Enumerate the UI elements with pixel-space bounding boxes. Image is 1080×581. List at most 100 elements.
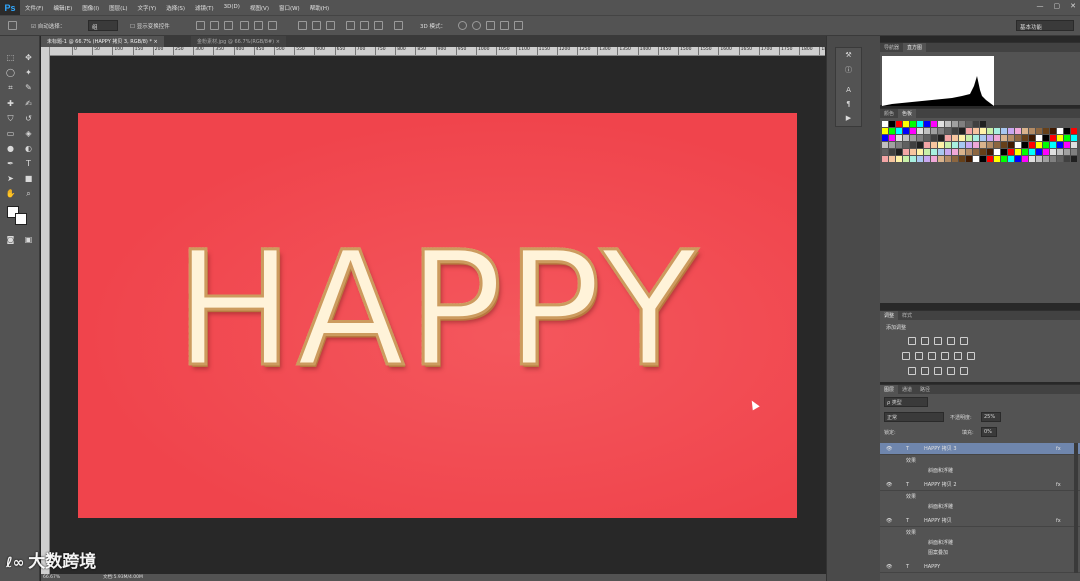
levels-icon[interactable] xyxy=(921,337,929,345)
color-swatch[interactable] xyxy=(959,149,965,155)
color-swatch[interactable] xyxy=(966,128,972,134)
color-swatch[interactable] xyxy=(889,156,895,162)
color-swatch[interactable] xyxy=(1050,121,1056,127)
pen-tool-icon[interactable]: ✒ xyxy=(5,158,16,169)
color-swatch[interactable] xyxy=(945,135,951,141)
color-swatch[interactable] xyxy=(1001,149,1007,155)
posterize-icon[interactable] xyxy=(921,367,929,375)
tab-layers[interactable]: 图层 xyxy=(880,385,899,394)
vibrance-icon[interactable] xyxy=(960,337,968,345)
fx-icon[interactable]: fx xyxy=(1056,443,1061,455)
color-swatch[interactable] xyxy=(1022,142,1028,148)
menu-item[interactable]: 帮助(H) xyxy=(305,4,334,12)
tab-channels[interactable]: 通道 xyxy=(898,385,916,394)
color-swatch[interactable] xyxy=(959,142,965,148)
color-swatch[interactable] xyxy=(938,121,944,127)
color-swatch[interactable] xyxy=(1043,128,1049,134)
color-swatch[interactable] xyxy=(1064,128,1070,134)
color-swatch[interactable] xyxy=(903,128,909,134)
brightness-icon[interactable] xyxy=(908,337,916,345)
color-swatch[interactable] xyxy=(1036,142,1042,148)
color-swatch[interactable] xyxy=(980,156,986,162)
color-swatch[interactable] xyxy=(1043,156,1049,162)
workspace-dropdown[interactable]: 基本功能 xyxy=(1016,20,1074,31)
menu-item[interactable]: 图层(L) xyxy=(104,4,132,12)
color-swatch[interactable] xyxy=(1022,156,1028,162)
color-swatch[interactable] xyxy=(1015,135,1021,141)
color-swatch[interactable] xyxy=(917,156,923,162)
color-swatch[interactable] xyxy=(917,135,923,141)
layer-row[interactable]: 👁 T HAPPY 拷贝 3 fx xyxy=(880,443,1080,455)
color-swatch[interactable] xyxy=(938,128,944,134)
color-swatch[interactable] xyxy=(945,128,951,134)
color-swatch[interactable] xyxy=(1043,135,1049,141)
tab-adjustments[interactable]: 调整 xyxy=(880,311,899,320)
color-swatch[interactable] xyxy=(938,149,944,155)
layer-name[interactable]: HAPPY 拷贝 3 xyxy=(924,443,957,455)
menu-item[interactable]: 视图(V) xyxy=(245,4,274,12)
color-swatch[interactable] xyxy=(896,135,902,141)
color-swatch[interactable] xyxy=(987,142,993,148)
color-swatch[interactable] xyxy=(1008,128,1014,134)
close-icon[interactable]: ✕ xyxy=(1070,2,1076,10)
scale-3d-icon[interactable] xyxy=(514,21,523,30)
info-icon[interactable]: ⓘ xyxy=(844,66,853,75)
color-swatch[interactable] xyxy=(1064,149,1070,155)
color-swatch[interactable] xyxy=(1029,149,1035,155)
color-swatch[interactable] xyxy=(952,149,958,155)
color-swatch[interactable] xyxy=(931,142,937,148)
color-swatch[interactable] xyxy=(945,142,951,148)
layers-scrollbar[interactable] xyxy=(1074,443,1078,573)
eraser-tool-icon[interactable]: ▭ xyxy=(5,128,16,139)
color-swatch[interactable] xyxy=(1057,128,1063,134)
color-swatch[interactable] xyxy=(1015,142,1021,148)
color-swatch[interactable] xyxy=(1022,128,1028,134)
color-swatch[interactable] xyxy=(924,128,930,134)
selective-color-icon[interactable] xyxy=(960,367,968,375)
color-swatch[interactable] xyxy=(994,128,1000,134)
curves-icon[interactable] xyxy=(934,337,942,345)
visibility-eye-icon[interactable]: 👁 xyxy=(886,561,892,573)
fill-input[interactable]: 0% xyxy=(981,427,997,437)
color-swatch[interactable] xyxy=(1057,149,1063,155)
exposure-icon[interactable] xyxy=(947,337,955,345)
color-swatch[interactable] xyxy=(903,121,909,127)
rotate-3d-icon[interactable] xyxy=(458,21,467,30)
menu-item[interactable]: 文字(Y) xyxy=(133,4,162,12)
hand-tool-icon[interactable]: ✋ xyxy=(5,188,16,199)
gradient-map-icon[interactable] xyxy=(947,367,955,375)
color-swatch[interactable] xyxy=(994,135,1000,141)
distribute-hcenter-icon[interactable] xyxy=(360,21,369,30)
color-swatch[interactable] xyxy=(896,142,902,148)
menu-item[interactable]: 选择(S) xyxy=(161,4,190,12)
color-swatch[interactable] xyxy=(1008,156,1014,162)
tab-document-2[interactable]: 金粉素材.jpg @ 66.7%(RGB/8#) × xyxy=(191,36,286,47)
color-swatch[interactable] xyxy=(1043,149,1049,155)
color-swatch[interactable] xyxy=(917,121,923,127)
effect-item[interactable]: 斜面和浮雕 xyxy=(928,503,953,510)
lasso-tool-icon[interactable]: ◯ xyxy=(5,67,16,78)
align-left-icon[interactable] xyxy=(240,21,249,30)
color-swatch[interactable] xyxy=(966,135,972,141)
color-swatch[interactable] xyxy=(882,135,888,141)
color-balance-icon[interactable] xyxy=(915,352,923,360)
tab-styles[interactable]: 样式 xyxy=(898,311,916,320)
color-swatch[interactable] xyxy=(973,128,979,134)
color-swatch[interactable] xyxy=(1022,135,1028,141)
color-swatch[interactable] xyxy=(1071,156,1077,162)
color-swatch[interactable] xyxy=(1029,128,1035,134)
color-swatch[interactable] xyxy=(931,121,937,127)
color-swatch[interactable] xyxy=(987,128,993,134)
color-swatch[interactable] xyxy=(994,149,1000,155)
effect-item[interactable]: 斜面和浮雕 xyxy=(928,539,953,546)
auto-select-checkbox[interactable]: ☑ 自动选择： xyxy=(31,22,65,30)
brush-tool-icon[interactable]: ✍ xyxy=(23,98,34,109)
color-swatch[interactable] xyxy=(882,121,888,127)
tool-presets-icon[interactable]: ⚒ xyxy=(844,51,853,60)
distribute-bottom-icon[interactable] xyxy=(326,21,335,30)
hue-saturation-icon[interactable] xyxy=(902,352,910,360)
blend-mode-dropdown[interactable]: 正常 xyxy=(884,412,944,422)
color-swatch[interactable] xyxy=(938,142,944,148)
layer-row[interactable]: 👁 T HAPPY xyxy=(880,561,1080,573)
menu-item[interactable]: 编辑(E) xyxy=(48,4,77,12)
